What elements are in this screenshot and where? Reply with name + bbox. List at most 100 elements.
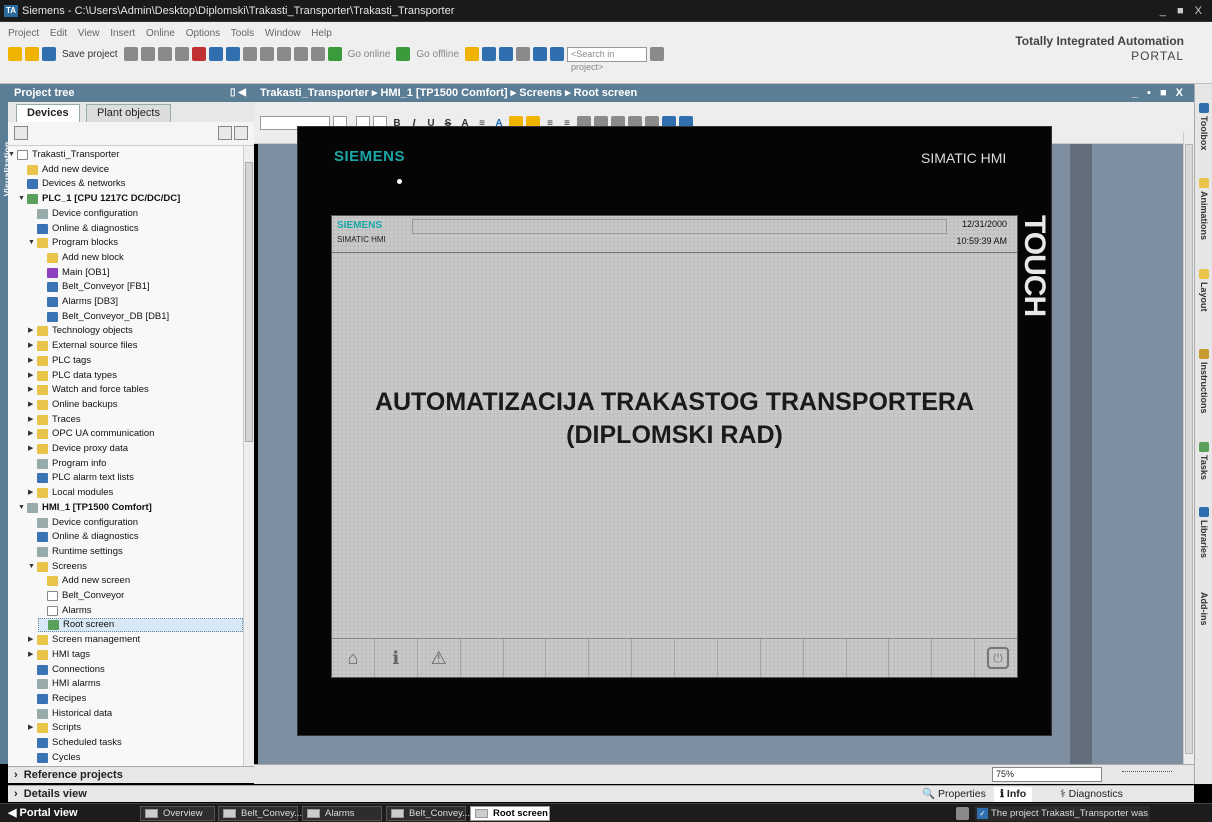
tree-node[interactable]: ▶ Device proxy data xyxy=(28,442,243,456)
function-key-11[interactable] xyxy=(761,639,804,677)
tree-node[interactable]: ▶ Online backups xyxy=(28,398,243,412)
tree-node[interactable]: Recipes xyxy=(28,692,243,706)
new-project-icon[interactable] xyxy=(8,47,22,61)
expand-arrow-icon[interactable]: ▶ xyxy=(28,354,37,368)
task-belt-conveyor-screen[interactable]: Belt_Convey... xyxy=(386,806,470,821)
tree-node[interactable]: HMI alarms xyxy=(28,677,243,691)
zoom-slider[interactable] xyxy=(1122,771,1172,777)
save-project-button[interactable]: Save project xyxy=(62,49,118,60)
tree-node[interactable]: Cycles xyxy=(28,751,243,765)
project-tree-scroll-thumb[interactable] xyxy=(245,162,253,442)
function-key-4[interactable] xyxy=(461,639,504,677)
screen-title-line-1[interactable]: AUTOMATIZACIJA TRAKASTOG TRANSPORTERA xyxy=(332,388,1017,417)
expand-arrow-icon[interactable]: ▼ xyxy=(8,148,17,162)
save-icon[interactable] xyxy=(42,47,56,61)
tree-node[interactable]: ▼ Screens xyxy=(28,560,243,574)
tree-node[interactable]: ▶ PLC tags xyxy=(28,354,243,368)
tree-node[interactable]: ▶ Scripts xyxy=(28,721,243,735)
tree-node[interactable]: Alarms [DB3] xyxy=(38,295,243,309)
reference-projects-panel[interactable]: › Reference projects xyxy=(8,766,254,783)
tree-node[interactable]: Online & diagnostics xyxy=(28,530,243,544)
tree-node[interactable]: ▶ PLC data types xyxy=(28,369,243,383)
function-key-14[interactable] xyxy=(889,639,933,677)
tree-node[interactable]: Main [OB1] xyxy=(38,266,243,280)
tree-node[interactable]: Runtime settings xyxy=(28,545,243,559)
paste-icon[interactable] xyxy=(174,47,189,61)
home-icon[interactable]: ⌂ xyxy=(332,639,375,677)
expand-arrow-icon[interactable]: ▼ xyxy=(18,192,27,206)
tab-devices[interactable]: Devices xyxy=(16,104,80,122)
accessible-devices-icon[interactable] xyxy=(465,47,480,61)
start-cpu-icon[interactable] xyxy=(482,47,497,61)
go-offline-icon[interactable] xyxy=(396,47,411,61)
compile-icon[interactable] xyxy=(242,47,257,61)
task-alarms[interactable]: Alarms xyxy=(302,806,382,821)
go-offline-button[interactable]: Go offline xyxy=(416,49,459,60)
tree-node[interactable]: Scheduled tasks xyxy=(28,736,243,750)
expand-arrow-icon[interactable]: ▶ xyxy=(28,413,37,427)
tree-node[interactable]: ▼ HMI_1 [TP1500 Comfort] xyxy=(18,501,243,515)
split-vertical-icon[interactable] xyxy=(550,47,565,61)
tab-add-ins[interactable]: Add-ins xyxy=(1196,586,1212,632)
split-horizontal-icon[interactable] xyxy=(533,47,548,61)
menu-online[interactable]: Online xyxy=(146,28,175,39)
expand-arrow-icon[interactable]: ▶ xyxy=(28,442,37,456)
upload-icon[interactable] xyxy=(276,47,291,61)
tree-node[interactable]: Connections xyxy=(28,663,243,677)
status-message[interactable]: ✓The project Trakasti_Transporter was sa… xyxy=(975,806,1150,821)
tree-node[interactable]: Belt_Conveyor_DB [DB1] xyxy=(38,310,243,324)
tree-overview-icon[interactable] xyxy=(218,126,232,140)
tree-node[interactable]: Historical data xyxy=(28,707,243,721)
menu-help[interactable]: Help xyxy=(311,28,332,39)
function-key-12[interactable] xyxy=(804,639,847,677)
tree-node[interactable]: Online & diagnostics xyxy=(28,222,243,236)
expand-arrow-icon[interactable]: ▶ xyxy=(28,648,37,662)
expand-arrow-icon[interactable]: ▶ xyxy=(28,633,37,647)
menu-insert[interactable]: Insert xyxy=(110,28,135,39)
tree-node[interactable]: Device configuration xyxy=(28,207,243,221)
expand-arrow-icon[interactable]: ▶ xyxy=(28,486,37,500)
tree-node[interactable]: Add new screen xyxy=(38,574,243,588)
redo-icon[interactable] xyxy=(225,47,240,61)
screen-time-field[interactable]: 10:59:39 AM xyxy=(956,236,1007,246)
window-controls[interactable]: _ ■ X xyxy=(1160,0,1206,22)
hmi-root-screen[interactable]: SIEMENS SIMATIC HMI 12/31/2000 10:59:39 … xyxy=(331,215,1018,678)
screen-date-field[interactable]: 12/31/2000 xyxy=(962,219,1007,229)
open-project-icon[interactable] xyxy=(25,47,39,61)
expand-arrow-icon[interactable]: ▶ xyxy=(28,324,37,338)
project-tree-scrollbar[interactable] xyxy=(243,146,254,766)
function-key-8[interactable] xyxy=(632,639,675,677)
tree-node[interactable]: ▶ HMI tags xyxy=(28,648,243,662)
tree-node[interactable]: Add new device xyxy=(18,163,243,177)
tab-instructions[interactable]: Instructions xyxy=(1196,340,1212,422)
menu-view[interactable]: View xyxy=(78,28,100,39)
message-log-icon[interactable] xyxy=(956,807,969,820)
tab-plant-objects[interactable]: Plant objects xyxy=(86,104,171,122)
tab-diagnostics[interactable]: ⚕ Diagnostics xyxy=(1054,787,1129,802)
tree-node[interactable]: Devices & networks xyxy=(18,177,243,191)
menu-options[interactable]: Options xyxy=(186,28,220,39)
print-icon[interactable] xyxy=(123,47,138,61)
tab-properties[interactable]: 🔍 Properties xyxy=(916,787,992,802)
screen-header-field[interactable] xyxy=(412,219,947,234)
expand-arrow-icon[interactable]: ▶ xyxy=(28,339,37,353)
canvas-scroll-thumb[interactable] xyxy=(1185,144,1193,754)
tree-node[interactable]: ▶ OPC UA communication xyxy=(28,427,243,441)
tab-animations[interactable]: Animations xyxy=(1196,170,1212,248)
menu-edit[interactable]: Edit xyxy=(50,28,67,39)
function-key-9[interactable] xyxy=(675,639,718,677)
function-key-5[interactable] xyxy=(504,639,547,677)
expand-arrow-icon[interactable]: ▶ xyxy=(28,383,37,397)
tree-node[interactable]: Belt_Conveyor xyxy=(38,589,243,603)
expand-arrow-icon[interactable]: ▶ xyxy=(28,369,37,383)
function-key-7[interactable] xyxy=(589,639,633,677)
tree-node[interactable]: ▼ PLC_1 [CPU 1217C DC/DC/DC] xyxy=(18,192,243,206)
cross-reference-icon[interactable] xyxy=(516,47,531,61)
function-key-10[interactable] xyxy=(718,639,761,677)
download-icon[interactable] xyxy=(259,47,274,61)
expand-arrow-icon[interactable]: ▶ xyxy=(28,398,37,412)
tree-node[interactable]: ▶ Local modules xyxy=(28,486,243,500)
delete-icon[interactable] xyxy=(191,47,206,61)
collapse-panel-icon[interactable]: ▯ ◀ xyxy=(230,84,246,102)
tree-node[interactable]: Alarms xyxy=(38,604,243,618)
